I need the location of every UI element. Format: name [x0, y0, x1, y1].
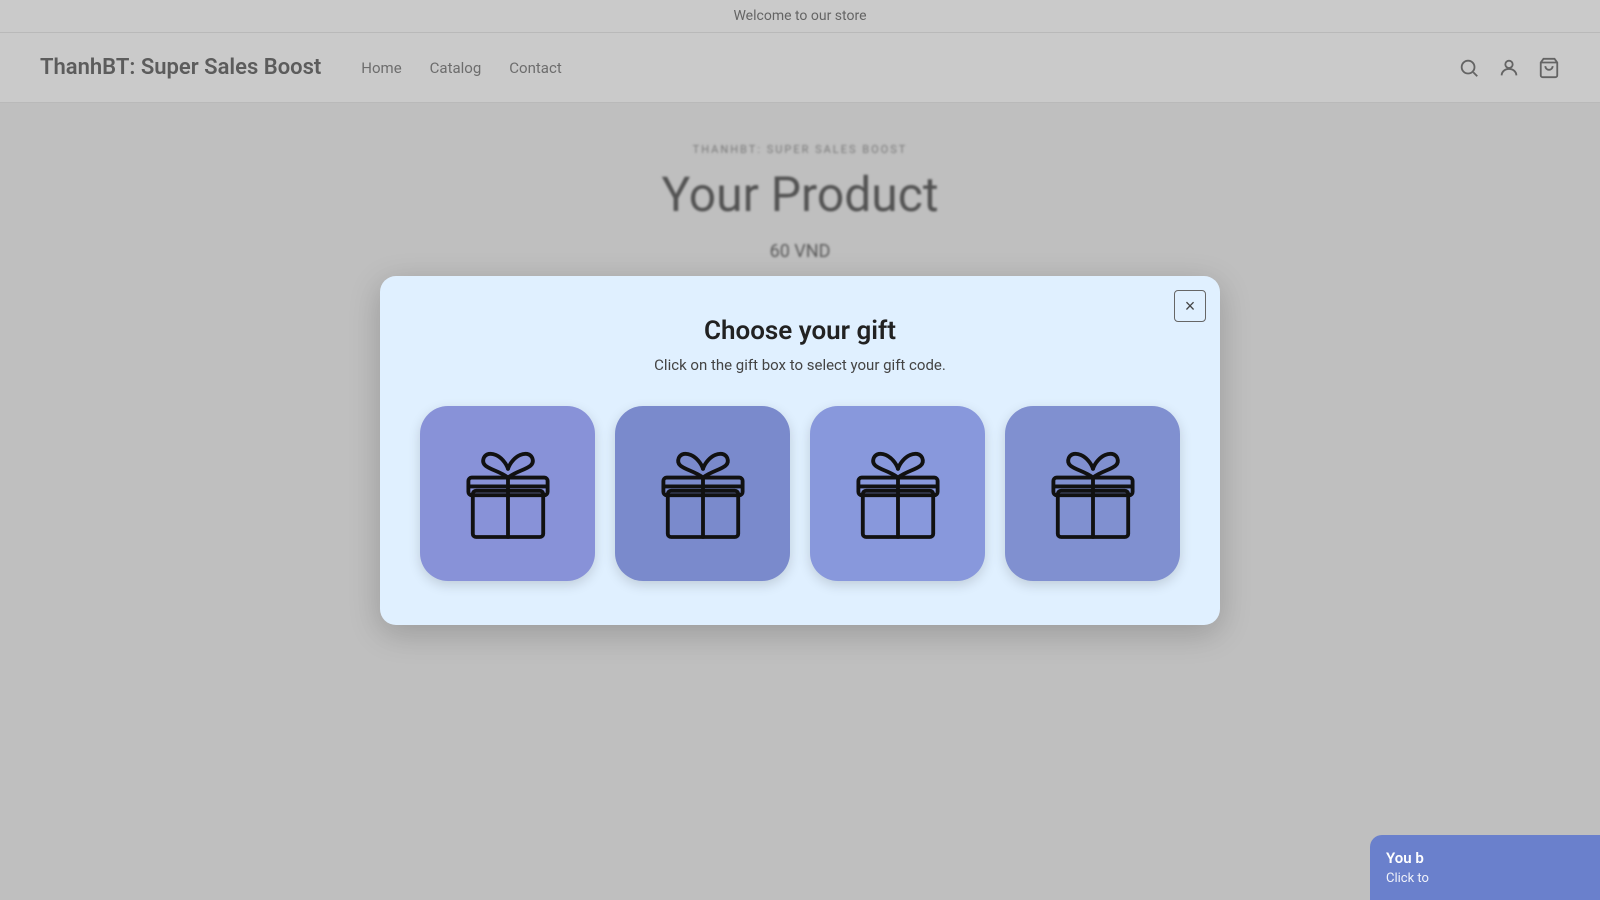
modal-subtitle: Click on the gift box to select your gif…	[416, 356, 1184, 374]
gift-modal: × Choose your gift Click on the gift box…	[380, 276, 1220, 625]
gift-box-3[interactable]	[810, 406, 985, 581]
modal-backdrop[interactable]: × Choose your gift Click on the gift box…	[0, 0, 1600, 900]
gift-box-2[interactable]	[615, 406, 790, 581]
gift-box-1[interactable]	[420, 406, 595, 581]
modal-title: Choose your gift	[416, 316, 1184, 346]
gift-icon-1	[453, 438, 563, 548]
corner-widget-title: You b	[1386, 849, 1584, 867]
gift-box-4[interactable]	[1005, 406, 1180, 581]
gift-icon-3	[843, 438, 953, 548]
gift-icon-4	[1038, 438, 1148, 548]
gift-icon-2	[648, 438, 758, 548]
corner-widget-subtitle: Click to	[1386, 871, 1584, 886]
gift-boxes-container	[416, 406, 1184, 581]
modal-close-button[interactable]: ×	[1174, 290, 1206, 322]
corner-widget[interactable]: You b Click to	[1370, 835, 1600, 900]
